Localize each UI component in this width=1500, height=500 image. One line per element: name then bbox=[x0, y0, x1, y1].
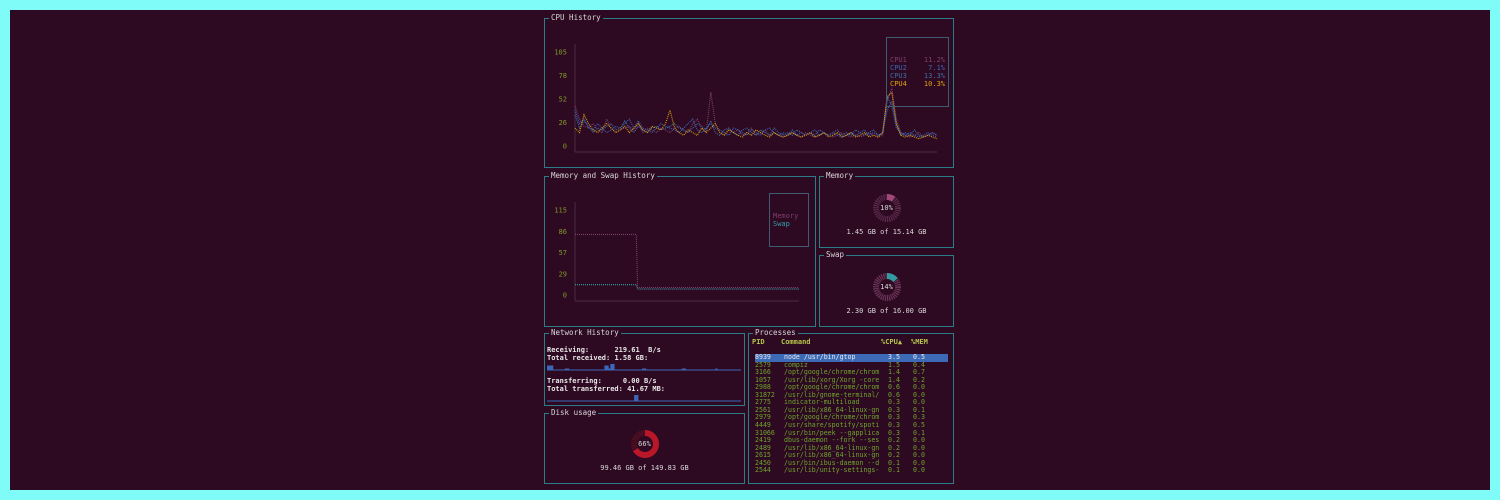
y-tick-label: 105 bbox=[554, 49, 567, 57]
legend-value: 7.1% bbox=[928, 64, 945, 72]
transferring-sparkline bbox=[547, 395, 741, 402]
network-history-panel: Network History Receiving: 219.61 B/s To… bbox=[544, 328, 745, 406]
legend-label: CPU2 bbox=[890, 64, 907, 72]
legend-item-cpu4: CPU4 10.3% bbox=[890, 80, 945, 88]
memory-panel: Memory 10% 1.45 GB of 15.14 GB bbox=[819, 171, 954, 248]
swap-panel: Swap 14% 2.30 GB of 16.00 GB bbox=[819, 250, 954, 327]
legend-item-memory: Memory bbox=[773, 212, 799, 220]
memory-usage-text: 1.45 GB of 15.14 GB bbox=[846, 228, 927, 236]
process-table-header: PID Command %CPU▲ %MEM bbox=[751, 338, 951, 348]
y-tick-label: 78 bbox=[559, 72, 567, 80]
legend-label: CPU1 bbox=[890, 56, 907, 64]
memory-swap-history-panel: Memory and Swap History 115 86 57 29 0 Memor… bbox=[544, 171, 816, 327]
y-tick-label: 86 bbox=[559, 228, 567, 236]
legend-value: 11.2% bbox=[923, 56, 945, 64]
terminal-screen: { "colors": { "background": "#2d0922", "… bbox=[10, 10, 1490, 490]
process-command: /usr/lib/unity-settings- bbox=[784, 466, 880, 475]
tx-bar bbox=[636, 395, 639, 401]
cpu-column-header[interactable]: %CPU▲ bbox=[881, 338, 902, 346]
legend-label: CPU3 bbox=[890, 72, 907, 80]
memory-donut bbox=[873, 194, 901, 222]
swap-donut bbox=[873, 273, 901, 301]
tx-bar bbox=[634, 395, 637, 401]
y-tick-label: 57 bbox=[559, 249, 567, 257]
y-tick-label: 29 bbox=[559, 270, 567, 278]
pid-column-header[interactable]: PID bbox=[752, 338, 765, 346]
legend-item-cpu1: CPU1 11.2% bbox=[890, 56, 945, 64]
processes-panel[interactable]: Processes PID Command %CPU▲ %MEM 8939 nod… bbox=[748, 328, 954, 484]
disk-percent: 66% bbox=[638, 440, 651, 448]
cpu-legend: CPU1 11.2% CPU2 7.1% CPU3 13.3% CPU4 10.3% bbox=[886, 37, 949, 107]
y-tick-label: 26 bbox=[559, 119, 567, 127]
legend-value: 13.3% bbox=[923, 72, 945, 80]
process-cpu: 0.1 bbox=[888, 466, 900, 475]
process-pid: 2544 bbox=[755, 466, 771, 475]
y-tick-label: 0 bbox=[563, 292, 567, 300]
y-tick-label: 52 bbox=[559, 96, 567, 104]
legend-item-cpu3: CPU3 13.3% bbox=[890, 72, 945, 80]
memory-percent: 10% bbox=[880, 204, 893, 212]
legend-label: CPU4 bbox=[890, 80, 907, 88]
legend-item-cpu2: CPU2 7.1% bbox=[890, 64, 945, 72]
series-line-memory bbox=[575, 233, 799, 289]
memory-swap-legend: Memory Swap bbox=[769, 193, 809, 247]
process-row[interactable]: 2544/usr/lib/unity-settings- 0.1 0.0 bbox=[755, 467, 948, 475]
swap-percent: 14% bbox=[880, 283, 893, 291]
legend-value: 10.3% bbox=[923, 80, 945, 88]
panel-title: Processes bbox=[753, 328, 798, 338]
swap-usage-text: 2.30 GB of 16.00 GB bbox=[846, 307, 927, 315]
legend-item-swap: Swap bbox=[773, 220, 790, 228]
y-tick-label: 0 bbox=[563, 143, 567, 151]
disk-usage-panel: Disk usage 66% 99.46 GB of 149.83 GB bbox=[544, 408, 745, 484]
disk-usage-text: 99.46 GB of 149.83 GB bbox=[600, 464, 689, 472]
series-line-swap bbox=[575, 284, 799, 290]
process-mem: 0.0 bbox=[913, 466, 925, 475]
cpu-history-panel: CPU History 105 78 52 26 0 CPU1 11.2% CPU2 7.1%… bbox=[544, 13, 954, 168]
disk-donut bbox=[631, 430, 659, 458]
command-column-header[interactable]: Command bbox=[781, 338, 811, 346]
y-tick-label: 115 bbox=[554, 207, 567, 215]
mem-column-header[interactable]: %MEM bbox=[911, 338, 928, 346]
